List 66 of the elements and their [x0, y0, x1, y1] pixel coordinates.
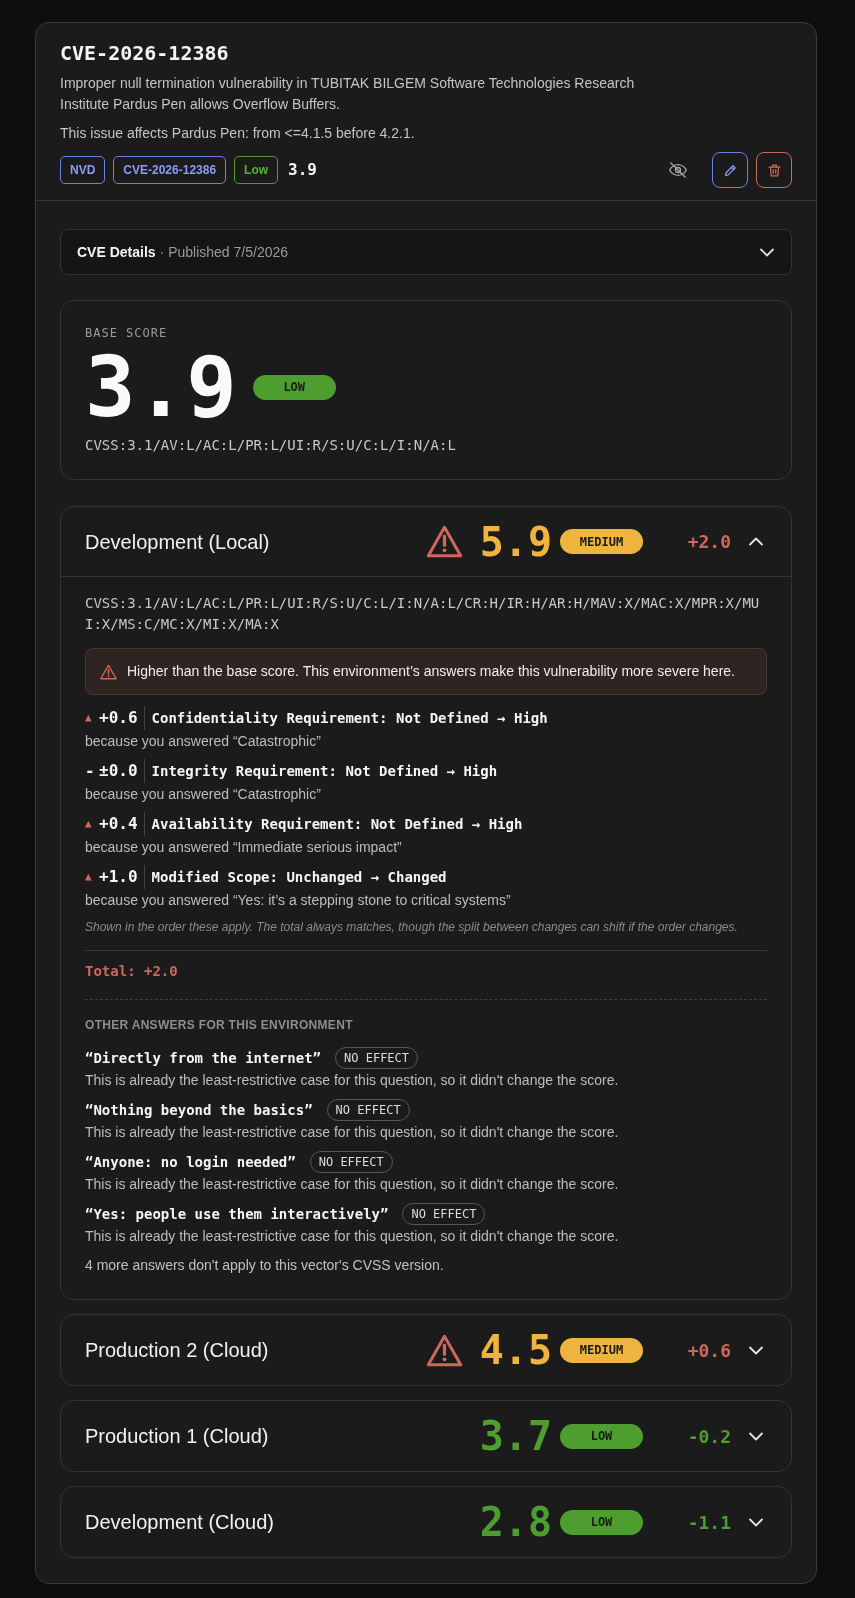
base-score: 3.9 [85, 347, 237, 427]
section-heading: OTHER ANSWERS FOR THIS ENVIRONMENT [85, 1017, 354, 1033]
answer-explanation: This is already the least-restrictive case for this question, so it didn't change the score. [85, 1071, 620, 1090]
pencil-icon [722, 162, 738, 178]
severity-badge: LOW [560, 1509, 643, 1535]
environment-score: 3.7 [479, 1414, 552, 1458]
change-delta: +1.0 [99, 866, 139, 888]
environment-score: 2.8 [479, 1500, 552, 1544]
environment-name: Production 1 (Cloud) [85, 1424, 270, 1449]
metric-change: Integrity Requirement: Not Defined → High [143, 759, 498, 783]
answer-text: “Directly from the internet” [85, 1048, 321, 1068]
change-reason: because you answered “Yes: it’s a stepping stone to critical systems” [85, 891, 512, 910]
severity-badge: MEDIUM [560, 1337, 643, 1363]
answer-text: “Yes: people use them interactively” [85, 1204, 389, 1224]
answer-text: “Anyone: no login needed” [85, 1152, 296, 1172]
source-tag: CVE-2026-12386 [113, 156, 227, 184]
delete-button[interactable] [756, 152, 792, 188]
answer-text: “Nothing beyond the basics” [85, 1100, 313, 1120]
cve-description: Improper null termination vulnerability in TUBITAK BILGEM Software Technologies Research Institute Pardus Pen allows Overflow Buffers. [60, 74, 636, 114]
trend-marker: ▲ [85, 815, 93, 832]
details-title: CVE Details [77, 242, 156, 262]
eye-slash-icon [668, 160, 688, 180]
change-reason: because you answered “Immediate serious impact” [85, 838, 403, 857]
severity-badge: MEDIUM [560, 529, 643, 554]
warning-icon [100, 663, 117, 680]
metric-change: Availability Requirement: Not Defined → High [143, 812, 523, 836]
change-delta: +0.6 [99, 707, 139, 729]
details-toggle[interactable]: CVE Details · Published 7/5/2026 [60, 229, 792, 275]
trend-marker: ▲ [85, 709, 93, 726]
cve-title: CVE-2026-12386 [60, 41, 230, 65]
cvss-vector: CVSS:3.1/AV:L/AC:L/PR:L/UI:R/S:U/C:L/I:N/A:L [85, 436, 457, 455]
change-delta: +0.4 [99, 813, 139, 835]
environment-score: 5.9 [479, 519, 552, 564]
trend-marker: ▲ [85, 868, 93, 885]
published-date: · Published 7/5/2026 [159, 242, 289, 262]
base-score-label: BASE SCORE [85, 325, 169, 341]
score-delta: -0.2 [686, 1424, 731, 1449]
environment-name: Production 2 (Cloud) [85, 1338, 270, 1363]
total-delta: Total: +2.0 [85, 962, 179, 981]
answer-explanation: This is already the least-restrictive case for this question, so it didn't change the score. [85, 1123, 620, 1142]
score-delta: -1.1 [686, 1510, 731, 1535]
severity-tag: Low [234, 156, 279, 184]
severity-badge: LOW [252, 374, 336, 400]
environment-score: 4.5 [479, 1328, 552, 1372]
answer-explanation: This is already the least-restrictive case for this question, so it didn't change the score. [85, 1227, 620, 1246]
change-delta: ±0.0 [99, 760, 139, 782]
affected-versions: This issue affects Pardus Pen: from <=4.1.5 before 4.2.1. [60, 124, 416, 143]
score-delta: +0.6 [686, 1338, 731, 1363]
environment-name: Development (Cloud) [85, 1510, 275, 1535]
metric-change: Modified Scope: Unchanged → Changed [143, 865, 447, 889]
severity-badge: LOW [560, 1423, 643, 1449]
cvss-score: 3.9 [288, 159, 317, 181]
answer-explanation: This is already the least-restrictive case for this question, so it didn't change the score. [85, 1175, 620, 1194]
change-reason: because you answered “Catastrophic” [85, 732, 322, 751]
footnote: 4 more answers don't apply to this vector's CVSS version. [85, 1256, 445, 1275]
trend-marker: - [85, 760, 96, 782]
environment-name: Development (Local) [85, 529, 271, 555]
score-delta: +2.0 [686, 530, 731, 554]
cvss-vector: CVSS:3.1/AV:L/AC:L/PR:L/UI:R/S:U/C:L/I:N/A:L/CR:H/IR:H/AR:H/MAV:X/MAC:X/MPR:X/MUI:X/MS:C/MC:X/MI:X/MA:X [85, 594, 760, 634]
metric-change: Confidentiality Requirement: Not Defined → High [143, 706, 548, 730]
warning-text: Higher than the base score. This environment’s answers make this vulnerability more severe here. [127, 662, 735, 681]
source-tag: NVD [60, 156, 106, 184]
change-reason: because you answered “Catastrophic” [85, 785, 322, 804]
edit-button[interactable] [712, 152, 748, 188]
trash-icon [766, 162, 782, 178]
order-note: Shown in the order these apply. The total always matches, though the split between changes can shift if the order changes. [85, 919, 739, 936]
